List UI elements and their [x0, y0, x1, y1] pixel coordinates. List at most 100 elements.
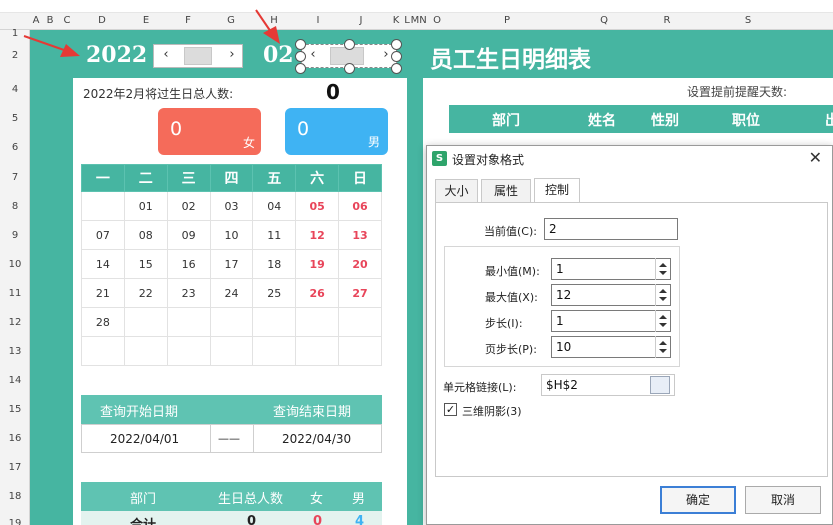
calendar-day[interactable]: 21: [81, 278, 125, 308]
resize-handle-icon[interactable]: [344, 63, 355, 74]
calendar-day-weekend[interactable]: 26: [295, 278, 340, 308]
cell-picker-icon[interactable]: [650, 376, 670, 394]
year-scrollbar[interactable]: ‹ ›: [153, 44, 243, 68]
col-header-p[interactable]: P: [500, 15, 514, 26]
row-header-14[interactable]: 14: [0, 375, 30, 386]
page-step-input[interactable]: 10: [551, 336, 671, 358]
row-header-17[interactable]: 17: [0, 462, 30, 473]
calendar-day[interactable]: 09: [166, 220, 211, 250]
query-end-date[interactable]: 2022/04/30: [282, 432, 351, 446]
max-value-spinner-icon[interactable]: [655, 284, 669, 306]
tab-control[interactable]: 控制: [534, 178, 580, 202]
month-value[interactable]: 02: [263, 42, 294, 68]
cancel-button[interactable]: 取消: [745, 486, 821, 514]
col-header-s[interactable]: S: [741, 15, 755, 26]
row-header-8[interactable]: 8: [0, 201, 30, 212]
row-header-5[interactable]: 5: [0, 113, 30, 124]
col-header-e[interactable]: E: [139, 15, 153, 26]
calendar-day[interactable]: 11: [252, 220, 297, 250]
row-header-1[interactable]: 1: [0, 28, 30, 39]
col-header-a[interactable]: A: [31, 15, 41, 26]
calendar-day-weekend[interactable]: 20: [338, 249, 382, 279]
calendar-day[interactable]: 17: [209, 249, 254, 279]
step-input[interactable]: 1: [551, 310, 671, 332]
resize-handle-icon[interactable]: [391, 51, 402, 62]
calendar-day[interactable]: 03: [209, 191, 254, 221]
close-icon[interactable]: ✕: [809, 148, 822, 167]
calendar-day[interactable]: 16: [166, 249, 211, 279]
calendar-day-weekend[interactable]: [295, 307, 340, 337]
row-header-9[interactable]: 9: [0, 230, 30, 241]
tab-size[interactable]: 大小: [435, 179, 478, 202]
resize-handle-icon[interactable]: [295, 63, 306, 74]
calendar-day[interactable]: [252, 307, 297, 337]
col-header-g[interactable]: G: [224, 15, 238, 26]
shading-checkbox[interactable]: ✓: [444, 403, 457, 416]
calendar-day[interactable]: 18: [252, 249, 297, 279]
calendar-day-weekend[interactable]: [295, 336, 340, 366]
calendar-day[interactable]: 08: [123, 220, 168, 250]
max-value-input[interactable]: 12: [551, 284, 671, 306]
calendar-day[interactable]: 07: [81, 220, 125, 250]
min-value-input[interactable]: 1: [551, 258, 671, 280]
calendar-day-weekend[interactable]: 19: [295, 249, 340, 279]
row-header-6[interactable]: 6: [0, 142, 30, 153]
col-header-n[interactable]: N: [419, 15, 427, 26]
col-header-i[interactable]: I: [311, 15, 325, 26]
calendar-day[interactable]: [123, 307, 168, 337]
col-header-h[interactable]: H: [267, 15, 281, 26]
current-value-input[interactable]: 2: [544, 218, 678, 240]
col-header-b[interactable]: B: [45, 15, 55, 26]
calendar-day-weekend[interactable]: 27: [338, 278, 382, 308]
calendar-day-weekend[interactable]: [338, 307, 382, 337]
row-header-12[interactable]: 12: [0, 317, 30, 328]
calendar-day[interactable]: 04: [252, 191, 297, 221]
row-header-15[interactable]: 15: [0, 404, 30, 415]
col-header-q[interactable]: Q: [597, 15, 611, 26]
dialog-title-bar[interactable]: S 设置对象格式 ✕: [427, 146, 832, 170]
row-header-18[interactable]: 18: [0, 491, 30, 502]
scroll-thumb[interactable]: [184, 47, 212, 65]
tab-properties[interactable]: 属性: [481, 179, 531, 202]
col-header-r[interactable]: R: [660, 15, 674, 26]
calendar-day[interactable]: 25: [252, 278, 297, 308]
col-header-c[interactable]: C: [60, 15, 74, 26]
row-header-10[interactable]: 10: [0, 259, 30, 270]
calendar-day[interactable]: [252, 336, 297, 366]
calendar-day[interactable]: 14: [81, 249, 125, 279]
calendar-day[interactable]: [166, 307, 211, 337]
calendar-day[interactable]: [123, 336, 168, 366]
calendar-day-weekend[interactable]: 12: [295, 220, 340, 250]
col-header-o[interactable]: O: [431, 15, 443, 26]
query-start-date[interactable]: 2022/04/01: [110, 432, 179, 446]
year-value[interactable]: 2022: [86, 42, 147, 68]
calendar-day-weekend[interactable]: [338, 336, 382, 366]
calendar-day[interactable]: 23: [166, 278, 211, 308]
row-header-2[interactable]: 2: [0, 50, 30, 61]
resize-handle-icon[interactable]: [295, 39, 306, 50]
row-header-13[interactable]: 13: [0, 346, 30, 357]
resize-handle-icon[interactable]: [391, 63, 402, 74]
calendar-day-weekend[interactable]: 06: [338, 191, 382, 221]
resize-handle-icon[interactable]: [344, 39, 355, 50]
row-header-19[interactable]: 19: [0, 518, 30, 525]
row-header-16[interactable]: 16: [0, 433, 30, 444]
chevron-left-icon[interactable]: ‹: [158, 47, 174, 62]
resize-handle-icon[interactable]: [391, 39, 402, 50]
min-value-spinner-icon[interactable]: [655, 258, 669, 280]
calendar-day[interactable]: 24: [209, 278, 254, 308]
ok-button[interactable]: 确定: [660, 486, 736, 514]
step-spinner-icon[interactable]: [655, 310, 669, 332]
col-header-f[interactable]: F: [181, 15, 195, 26]
resize-handle-icon[interactable]: [295, 51, 306, 62]
page-step-spinner-icon[interactable]: [655, 336, 669, 358]
row-header-7[interactable]: 7: [0, 172, 30, 183]
calendar-day[interactable]: [81, 336, 125, 366]
chevron-right-icon[interactable]: ›: [224, 47, 240, 62]
row-header-11[interactable]: 11: [0, 288, 30, 299]
col-header-d[interactable]: D: [95, 15, 109, 26]
col-header-k[interactable]: K: [389, 15, 403, 26]
calendar-day[interactable]: [166, 336, 211, 366]
calendar-day[interactable]: 15: [123, 249, 168, 279]
col-header-j[interactable]: J: [354, 15, 368, 26]
